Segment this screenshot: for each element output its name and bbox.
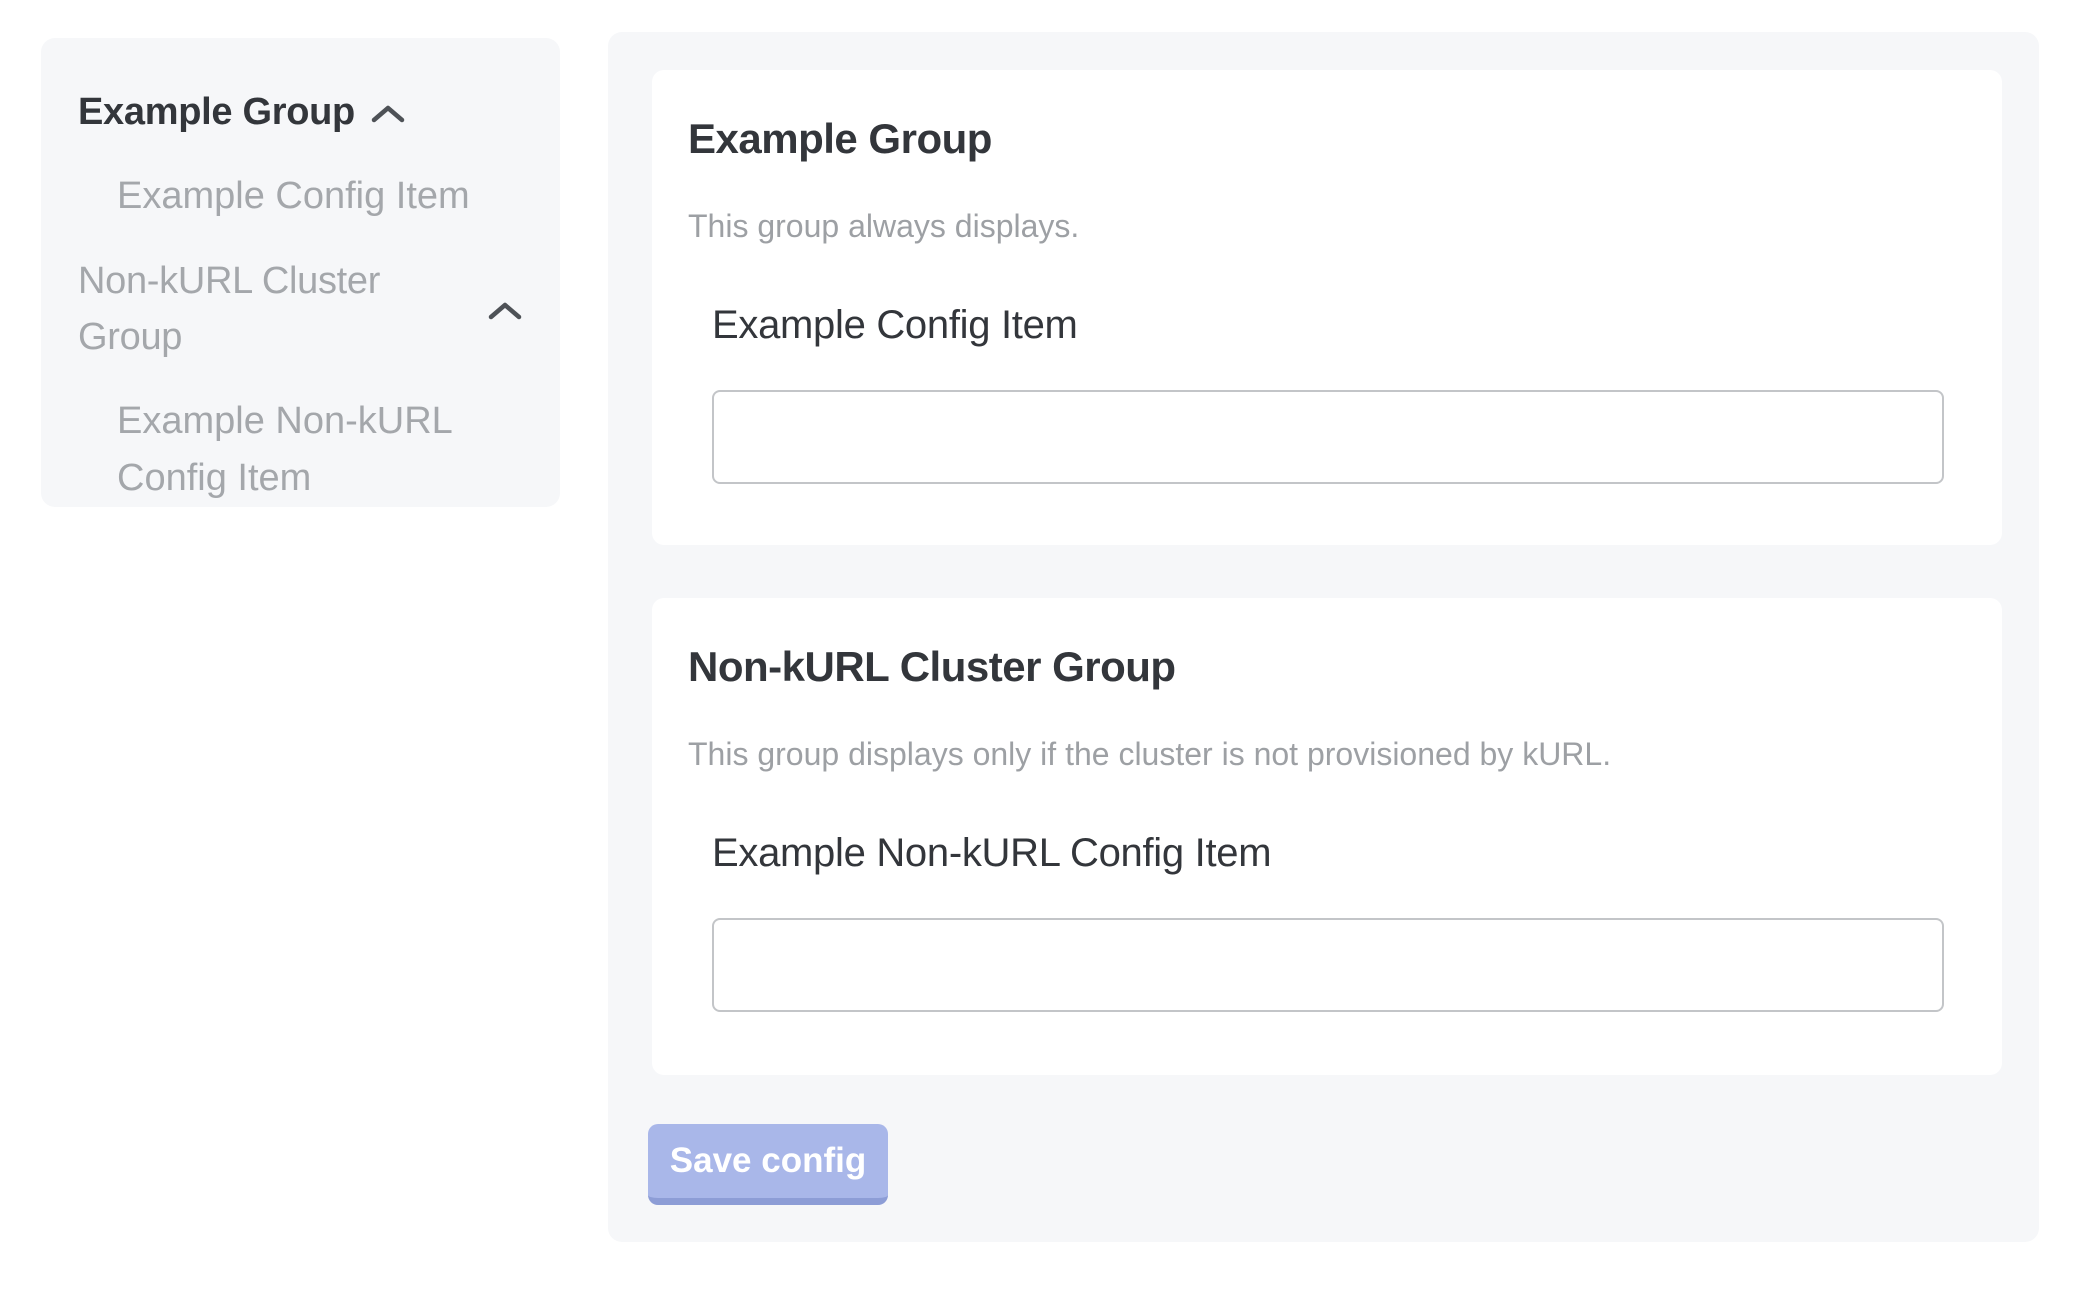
sidebar-group-label: Example Group [78,84,355,140]
sidebar-item-example-non-kurl-config-item[interactable]: Example Non-kURL Config Item [117,393,520,507]
config-main-panel: Example Group This group always displays… [608,32,2039,1242]
save-config-button[interactable]: Save config [648,1124,888,1205]
config-item: Example Config Item [712,300,1946,484]
config-item-label: Example Non-kURL Config Item [712,828,1946,878]
group-title: Example Group [688,114,1946,164]
group-description: This group displays only if the cluster … [688,732,1946,776]
config-group-card-non-kurl-cluster-group: Non-kURL Cluster Group This group displa… [652,598,2002,1075]
group-title: Non-kURL Cluster Group [688,642,1946,692]
sidebar-group-non-kurl-cluster-group[interactable]: Non-kURL Cluster Group [78,253,522,365]
config-item-input-example-non-kurl-config-item[interactable] [712,918,1944,1012]
config-item-input-example-config-item[interactable] [712,390,1944,484]
sidebar-group-label: Non-kURL Cluster Group [78,253,472,365]
chevron-up-icon[interactable] [371,105,405,123]
config-group-card-example-group: Example Group This group always displays… [652,70,2002,545]
config-item-label: Example Config Item [712,300,1946,350]
group-description: This group always displays. [688,204,1946,248]
sidebar-item-example-config-item[interactable]: Example Config Item [117,168,520,225]
config-nav-sidebar: Example Group Example Config Item Non-kU… [41,38,560,507]
chevron-up-icon[interactable] [488,302,522,320]
config-page: Example Group Example Config Item Non-kU… [0,0,2084,1302]
config-item: Example Non-kURL Config Item [712,828,1946,1012]
sidebar-group-example-group[interactable]: Example Group [78,84,522,140]
